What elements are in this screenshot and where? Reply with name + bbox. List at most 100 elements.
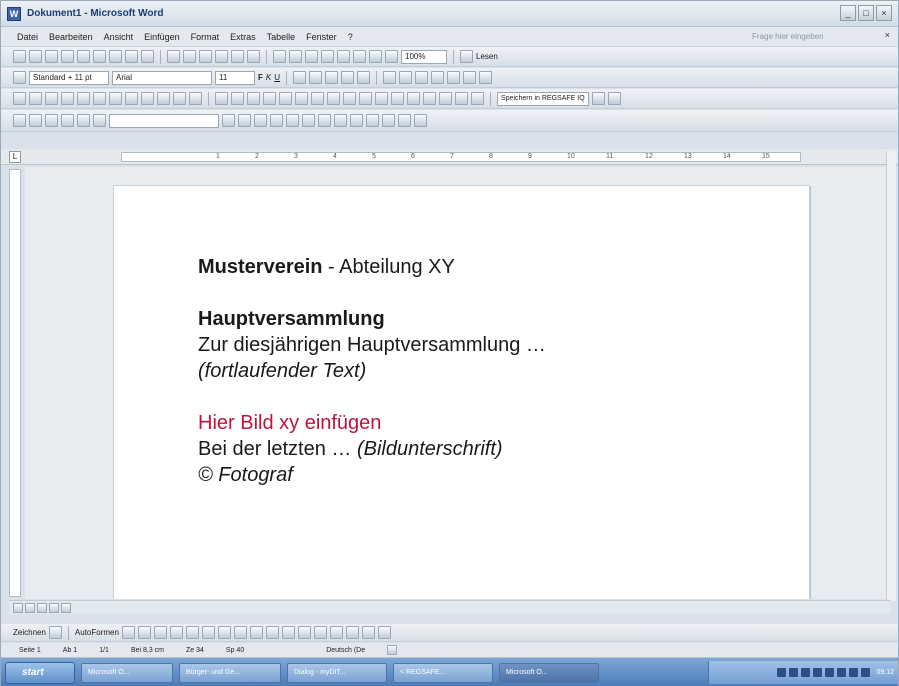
- toolbar-icon[interactable]: [254, 114, 267, 127]
- textbox-icon[interactable]: [185, 626, 199, 639]
- line-style-icon[interactable]: [313, 626, 327, 639]
- save-icon[interactable]: [45, 50, 58, 63]
- menu-datei[interactable]: Datei: [17, 32, 38, 42]
- taskbar-item-active[interactable]: Microsoft O...: [499, 662, 599, 683]
- toolbar-icon[interactable]: [407, 92, 420, 105]
- cut-icon[interactable]: [167, 50, 180, 63]
- toolbar-icon[interactable]: [77, 92, 90, 105]
- toolbar-icon[interactable]: [141, 92, 154, 105]
- toolbar-icon[interactable]: [173, 92, 186, 105]
- reading-mode-button[interactable]: Lesen: [476, 52, 498, 61]
- toolbar-icon[interactable]: [591, 92, 605, 105]
- email-icon[interactable]: [77, 50, 90, 63]
- menu-fenster[interactable]: Fenster: [306, 32, 337, 42]
- toolbar-icon[interactable]: [423, 92, 436, 105]
- increase-indent-icon[interactable]: [431, 71, 445, 84]
- document-close-icon[interactable]: ×: [885, 30, 890, 40]
- tables-borders-icon[interactable]: [289, 50, 302, 63]
- spelling-status-icon[interactable]: [387, 645, 398, 655]
- tray-icon[interactable]: [837, 668, 847, 677]
- taskbar-item[interactable]: Microsoft O...: [81, 662, 173, 683]
- clipart-icon[interactable]: [233, 626, 247, 639]
- menu-tabelle[interactable]: Tabelle: [267, 32, 296, 42]
- oval-icon[interactable]: [169, 626, 183, 639]
- toolbar-icon[interactable]: [109, 92, 122, 105]
- toolbar-icon[interactable]: [350, 114, 363, 127]
- align-right-icon[interactable]: [325, 71, 339, 84]
- toolbar-icon[interactable]: [29, 114, 42, 127]
- toolbar-icon[interactable]: [263, 92, 276, 105]
- toolbar-icon[interactable]: [366, 114, 379, 127]
- toolbar-icon[interactable]: [311, 92, 324, 105]
- normal-view-icon[interactable]: [13, 602, 23, 613]
- print-icon[interactable]: [93, 50, 106, 63]
- style-select[interactable]: Standard + 11 pt: [29, 70, 109, 85]
- insert-excel-icon[interactable]: [321, 50, 334, 63]
- align-left-icon[interactable]: [293, 71, 307, 84]
- taskbar-item[interactable]: < REGSAFE...: [393, 662, 493, 683]
- toolbar-icon[interactable]: [93, 92, 106, 105]
- justify-icon[interactable]: [341, 71, 355, 84]
- document-map-icon[interactable]: [369, 50, 382, 63]
- toolbar-icon[interactable]: [231, 92, 244, 105]
- save-regsafe-button[interactable]: Speichern in REGSAFE IQ: [497, 91, 589, 106]
- italic-button[interactable]: K: [266, 73, 271, 82]
- web-layout-icon[interactable]: [25, 602, 35, 613]
- start-button[interactable]: start: [5, 661, 75, 684]
- toolbar-icon[interactable]: [375, 92, 388, 105]
- align-center-icon[interactable]: [309, 71, 323, 84]
- decrease-indent-icon[interactable]: [415, 71, 429, 84]
- new-document-icon[interactable]: [13, 50, 26, 63]
- toolbar-icon[interactable]: [45, 92, 58, 105]
- open-icon[interactable]: [29, 50, 42, 63]
- toolbar-icon[interactable]: [391, 92, 404, 105]
- tray-icon[interactable]: [777, 668, 787, 677]
- horizontal-ruler[interactable]: L 1 2 3 4 5 6 7 8 9 10 11 12 13 14 15: [1, 149, 898, 165]
- toolbar-icon[interactable]: [343, 92, 356, 105]
- toolbar-icon[interactable]: [327, 92, 340, 105]
- show-hide-icon[interactable]: [385, 50, 398, 63]
- toolbar-icon[interactable]: [295, 92, 308, 105]
- copy-icon[interactable]: [183, 50, 196, 63]
- tray-icon[interactable]: [789, 668, 799, 677]
- menu-format[interactable]: Format: [191, 32, 220, 42]
- bold-button[interactable]: F: [258, 73, 263, 82]
- font-color-icon[interactable]: [479, 71, 493, 84]
- taskbar-item[interactable]: Bürger- und Ge...: [179, 662, 281, 683]
- toolbar-icon[interactable]: [29, 92, 42, 105]
- font-size-select[interactable]: 11: [215, 70, 255, 85]
- autoshapes-button[interactable]: AutoFormen: [75, 628, 119, 637]
- toolbar-icon[interactable]: [302, 114, 315, 127]
- columns-icon[interactable]: [337, 50, 350, 63]
- tray-icon[interactable]: [861, 668, 871, 677]
- tray-icon[interactable]: [825, 668, 835, 677]
- line-color-icon[interactable]: [281, 626, 295, 639]
- document-page[interactable]: Musterverein - Abteilung XY Hauptversamm…: [113, 185, 810, 599]
- menu-extras[interactable]: Extras: [230, 32, 256, 42]
- maximize-button[interactable]: □: [858, 5, 874, 21]
- hyperlink-icon[interactable]: [273, 50, 286, 63]
- help-search-input[interactable]: Frage hier eingeben: [748, 30, 858, 44]
- undo-icon[interactable]: [231, 50, 244, 63]
- tray-icon[interactable]: [849, 668, 859, 677]
- toolbar-icon[interactable]: [455, 92, 468, 105]
- font-select[interactable]: Arial: [112, 70, 212, 85]
- vertical-scrollbar[interactable]: [886, 151, 896, 601]
- close-button[interactable]: ×: [876, 5, 892, 21]
- document-body[interactable]: Musterverein - Abteilung XY Hauptversamm…: [198, 254, 546, 488]
- vertical-ruler[interactable]: [9, 169, 21, 597]
- toolbar-icon[interactable]: [286, 114, 299, 127]
- word-app-icon[interactable]: W: [7, 6, 21, 21]
- outline-view-icon[interactable]: [49, 602, 59, 613]
- toolbar-icon[interactable]: [77, 114, 90, 127]
- dash-style-icon[interactable]: [329, 626, 343, 639]
- print-preview-icon[interactable]: [109, 50, 122, 63]
- drawing-icon[interactable]: [353, 50, 366, 63]
- format-painter-icon[interactable]: [215, 50, 228, 63]
- toolbar-icon[interactable]: [238, 114, 251, 127]
- menu-einfuegen[interactable]: Einfügen: [144, 32, 180, 42]
- wordart-icon[interactable]: [201, 626, 215, 639]
- menu-help[interactable]: ?: [348, 32, 353, 42]
- toolbar-icon[interactable]: [359, 92, 372, 105]
- toolbar-icon[interactable]: [334, 114, 347, 127]
